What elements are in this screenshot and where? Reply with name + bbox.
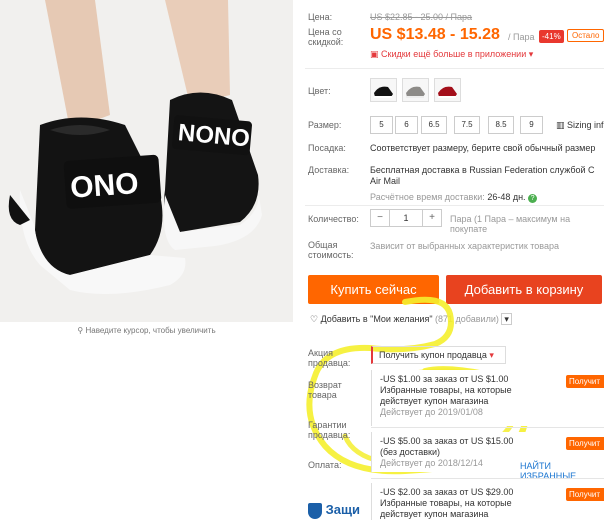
time-left-badge: Остало [567,29,604,42]
divider [371,427,604,428]
coupon-card: -US $1.00 за заказ от US $1.00 Избранные… [371,370,604,426]
divider [305,205,604,206]
size-option-9[interactable]: 9 [520,116,543,134]
shipping-line-2[interactable]: Air Mail [370,176,400,187]
size-option-6-5[interactable]: 6.5 [421,116,447,134]
get-coupon-button[interactable]: Получит [566,437,604,450]
size-label: Размер: [308,120,342,130]
shipping-line-1: Бесплатная доставка в Russian Federation… [370,165,595,175]
zoom-hint: ⚲ Наведите курсор, чтобы увеличить [0,326,293,335]
sizing-info-link[interactable]: ▥ Sizing inf [556,120,604,131]
price-label: Цена: [308,12,333,22]
color-option-black[interactable] [370,78,397,102]
size-option-5[interactable]: 5 [370,116,393,134]
get-seller-coupon-dropdown[interactable]: Получить купон продавца ▾ [371,346,506,364]
zoom-hint-text: Наведите курсор, чтобы увеличить [85,326,216,335]
total-value: Зависит от выбранных характеристик товар… [370,241,559,251]
help-icon[interactable]: ? [528,194,538,203]
get-coupon-button[interactable]: Получит [566,488,604,501]
shipping-label: Доставка: [308,165,350,175]
size-option-7-5[interactable]: 7.5 [454,116,480,134]
coupon-expiry: Действует до 2019/01/08 [380,407,483,417]
chevron-down-icon: ▾ [526,49,534,59]
coupon-card: -US $2.00 за заказ от US $29.00 Избранны… [371,483,604,520]
fit-label: Посадка: [308,143,346,153]
divider [371,478,604,479]
shield-icon [308,502,322,519]
discount-price-label-2: скидкой: [308,37,344,47]
quantity-input[interactable]: 1 [389,210,423,226]
color-label: Цвет: [308,86,331,96]
phone-icon: ▣ [370,49,382,59]
app-discount-link[interactable]: ▣ Скидки ещё больше в приложении ▾ [370,49,533,60]
return-label-2: товара [308,390,337,400]
coupon-condition: действует купон магазина [380,509,489,519]
discount-price: US $13.48 - 15.28 [370,26,500,43]
discount-badge: -41% [539,30,564,43]
color-option-red[interactable] [434,78,461,102]
product-image[interactable]: NONO ONO [0,0,293,322]
fit-value: Соответствует размеру, берите свой обычн… [370,143,596,153]
total-label-2: стоимость: [308,250,354,260]
decrease-button[interactable]: − [371,210,389,226]
delivery-estimate: Расчётное время доставки: 26-48 дн. ? [370,192,538,203]
seller-promo-label-2: продавца: [308,358,351,368]
quantity-label: Количество: [308,214,359,224]
color-option-gray[interactable] [402,78,429,102]
divider [305,68,604,69]
quantity-stepper[interactable]: − 1 + [370,209,442,227]
guarantee-label-2: продавца: [308,430,351,440]
size-option-8-5[interactable]: 8.5 [488,116,514,134]
size-option-6[interactable]: 6 [395,116,418,134]
buyer-protection[interactable]: Защи [308,502,360,519]
svg-text:ONO: ONO [69,167,139,205]
get-coupon-button[interactable]: Получит [566,375,604,388]
old-price: US $22.85 - 25.00 / Пара [370,12,473,22]
quantity-note: Пара (1 Пара – максимум на покупате [450,214,571,234]
increase-button[interactable]: + [423,210,441,226]
ruler-icon: ▥ [556,120,568,130]
payment-label: Оплата: [308,460,342,470]
chevron-down-icon: ▾ [486,350,494,360]
price-unit: / Пара [508,32,535,42]
coupon-condition: действует купон магазина [380,396,489,406]
